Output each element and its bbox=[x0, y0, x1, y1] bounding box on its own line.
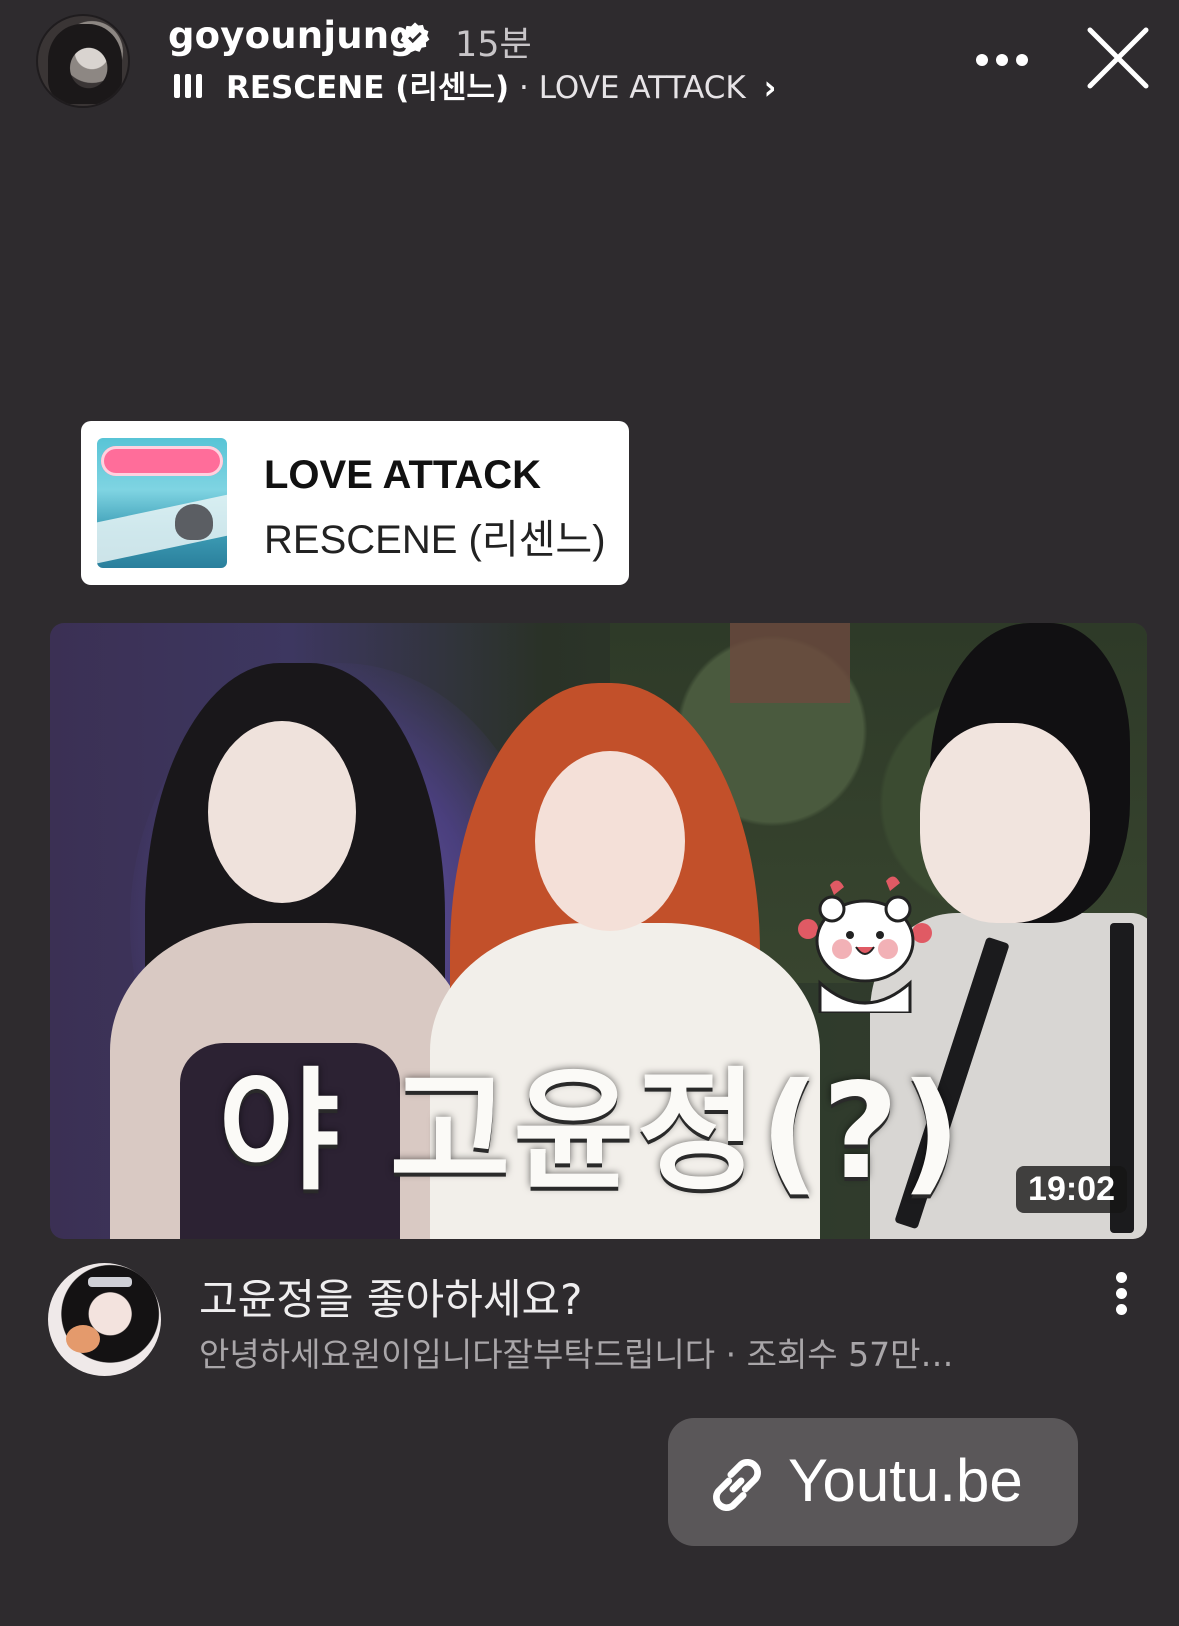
more-options-button[interactable] bbox=[972, 40, 1032, 80]
profile-avatar[interactable] bbox=[36, 14, 130, 108]
album-art bbox=[97, 438, 227, 568]
username[interactable]: goyounjung bbox=[168, 14, 416, 57]
video-title[interactable]: 고윤정을 좋아하세요? bbox=[199, 1266, 582, 1327]
bear-sticker-icon bbox=[798, 876, 932, 1013]
video-subtitle: 안녕하세요원이입니다잘부탁드립니다 · 조회수 57만… bbox=[199, 1335, 954, 1374]
link-icon bbox=[713, 1458, 761, 1512]
music-song: LOVE ATTACK bbox=[538, 70, 746, 106]
close-icon[interactable] bbox=[1086, 26, 1150, 90]
more-vertical-icon[interactable] bbox=[1110, 1272, 1134, 1316]
verified-badge-icon bbox=[400, 22, 430, 53]
music-attribution[interactable]: RESCENE (리센느) · LOVE ATTACK › bbox=[226, 62, 777, 108]
music-artist: RESCENE (리센느) bbox=[226, 70, 510, 106]
sticker-artist: RESCENE (리센느) bbox=[264, 518, 606, 562]
chevron-right-icon: › bbox=[763, 68, 777, 108]
channel-avatar[interactable] bbox=[48, 1263, 161, 1376]
link-label: Youtu.be bbox=[788, 1447, 1023, 1514]
link-sticker[interactable]: Youtu.be bbox=[668, 1418, 1078, 1546]
video-duration: 19:02 bbox=[1016, 1166, 1127, 1213]
thumbnail-title-text: 야 고윤정(?) bbox=[218, 1055, 963, 1209]
music-sticker[interactable]: LOVE ATTACK RESCENE (리센느) bbox=[81, 421, 629, 585]
post-time: 15분 bbox=[455, 25, 532, 65]
sticker-song-title: LOVE ATTACK bbox=[264, 453, 542, 497]
video-thumbnail[interactable]: 야 고윤정(?) 19:02 bbox=[50, 623, 1147, 1239]
music-bars-icon bbox=[174, 70, 204, 98]
music-separator: · bbox=[518, 70, 529, 106]
